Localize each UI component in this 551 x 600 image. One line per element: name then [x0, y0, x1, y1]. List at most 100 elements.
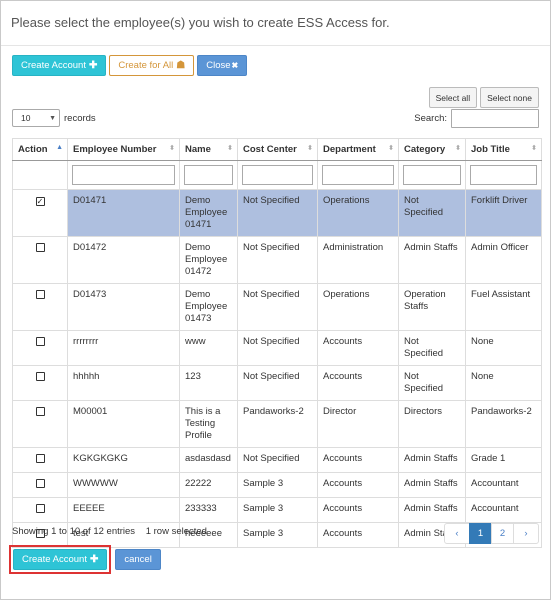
row-checkbox[interactable] [35, 243, 45, 252]
filter-job-title-input[interactable] [470, 165, 537, 185]
cell-name: Demo Employee 01472 [179, 236, 238, 284]
cell-cost-center: Not Specified [237, 283, 318, 331]
search-label: Search: [414, 113, 447, 124]
column-header-department[interactable]: Department ⬍ [317, 138, 399, 161]
bottom-create-account-label: Create Account [22, 554, 87, 565]
column-header-name[interactable]: Name ⬍ [179, 138, 238, 161]
row-checkbox[interactable]: ✓ [35, 197, 45, 206]
cell-name: Demo Employee 01473 [179, 283, 238, 331]
selected-count: 1 row selected [145, 526, 207, 537]
row-checkbox[interactable] [35, 372, 45, 381]
modal-header: Please select the employee(s) you wish t… [1, 1, 550, 46]
column-header-job-title[interactable]: Job Title ⬍ [465, 138, 542, 161]
column-label: Cost Center [243, 144, 297, 155]
column-label: Action [18, 144, 48, 155]
column-header-category[interactable]: Category ⬍ [398, 138, 466, 161]
table-row[interactable]: EEEEE 233333 Sample 3 Accounts Admin Staffs A… [12, 497, 542, 523]
filter-cell [67, 160, 180, 190]
cell-category: Admin Staffs [398, 447, 466, 473]
row-checkbox[interactable] [35, 479, 45, 488]
column-label: Employee Number [73, 144, 157, 155]
table-row[interactable]: hhhhh 123 Not Specified Accounts Not Specifi… [12, 365, 542, 401]
bottom-actions: Create Account ✚ cancel [9, 545, 161, 574]
cell-employee-number: M00001 [67, 400, 180, 448]
cell-category: Directors [398, 400, 466, 448]
cell-job-title: None [465, 365, 542, 401]
close-button[interactable]: Close ✖ [197, 55, 248, 76]
cell-cost-center: Not Specified [237, 189, 318, 237]
column-header-action[interactable]: Action ▲ [12, 138, 68, 161]
pagination: ‹ 1 2 › [444, 523, 539, 544]
employee-table: Action ▲ Employee Number ⬍ Name ⬍ Cost Cent… [12, 138, 542, 548]
page-length-select[interactable]: 10 ▼ [12, 109, 60, 127]
cell-job-title: Accountant [465, 497, 542, 523]
cell-cost-center: Not Specified [237, 236, 318, 284]
table-row[interactable]: D01472 Demo Employee 01472 Not Specified Ad… [12, 236, 542, 284]
cell-job-title: Grade 1 [465, 447, 542, 473]
create-for-all-button[interactable]: Create for All ☗ [109, 55, 195, 76]
page-button[interactable]: 2 [491, 523, 514, 544]
column-header-cost-center[interactable]: Cost Center ⬍ [237, 138, 318, 161]
action-cell: ✓ [12, 189, 68, 237]
cell-category: Admin Staffs [398, 236, 466, 284]
table-row[interactable]: KGKGKGKG asdasdasd Not Specified Accounts Ad… [12, 447, 542, 473]
table-row[interactable]: D01473 Demo Employee 01473 Not Specified Op… [12, 283, 542, 331]
create-for-all-label: Create for All [118, 60, 174, 71]
filter-employee-number-input[interactable] [72, 165, 175, 185]
plus-icon: ✚ [88, 60, 98, 71]
filter-cell [317, 160, 399, 190]
page-length-label: records [64, 112, 96, 124]
action-cell [12, 497, 68, 523]
next-page-button[interactable]: › [513, 523, 539, 544]
filter-name-input[interactable] [184, 165, 233, 185]
table-row[interactable]: ✓ D01471 Demo Employee 01471 Not Specified O… [12, 189, 542, 237]
cell-employee-number: WWWWW [67, 472, 180, 498]
cell-cost-center: Sample 3 [237, 522, 318, 548]
prev-page-button[interactable]: ‹ [444, 523, 470, 544]
cell-cost-center: Not Specified [237, 365, 318, 401]
row-checkbox[interactable] [35, 407, 45, 416]
row-checkbox[interactable] [35, 290, 45, 299]
filter-department-input[interactable] [322, 165, 394, 185]
cell-job-title: Pandaworks-2 [465, 400, 542, 448]
create-account-button[interactable]: Create Account ✚ [12, 55, 107, 76]
chevron-down-icon: ▼ [49, 114, 56, 122]
cell-employee-number: rrrrrrrr [67, 330, 180, 366]
cell-category: Operation Staffs [398, 283, 466, 331]
cell-employee-number: KGKGKGKG [67, 447, 180, 473]
table-row[interactable]: M00001 This is a Testing Profile Pandawork… [12, 400, 542, 448]
highlight-box: Create Account ✚ [9, 545, 112, 574]
bottom-create-account-button[interactable]: Create Account ✚ [13, 549, 108, 570]
action-cell [12, 330, 68, 366]
cell-name: www [179, 330, 238, 366]
row-checkbox[interactable] [35, 454, 45, 463]
select-all-button[interactable]: Select all [428, 87, 478, 108]
select-none-button[interactable]: Select none [480, 87, 539, 108]
filter-cost-center-input[interactable] [242, 165, 313, 185]
filter-category-input[interactable] [403, 165, 461, 185]
cell-cost-center: Sample 3 [237, 497, 318, 523]
table-info: Showing 1 to 10 of 12 entries 1 row sele… [12, 526, 207, 537]
filter-cell [465, 160, 542, 190]
cell-category: Not Specified [398, 330, 466, 366]
filter-row [12, 160, 542, 190]
search-control: Search: [414, 109, 539, 128]
table-row[interactable]: WWWWW 22222 Sample 3 Accounts Admin Staffs Ac… [12, 472, 542, 498]
cell-category: Not Specified [398, 189, 466, 237]
sort-icon: ⬍ [307, 145, 313, 152]
row-checkbox[interactable] [35, 504, 45, 513]
column-header-employee-number[interactable]: Employee Number ⬍ [67, 138, 180, 161]
table-row[interactable]: rrrrrrrr www Not Specified Accounts Not Spec… [12, 330, 542, 366]
entries-info: Showing 1 to 10 of 12 entries [12, 526, 136, 537]
column-label: Department [323, 144, 376, 155]
users-icon: ☗ [176, 60, 186, 71]
cell-department: Accounts [317, 447, 399, 473]
row-checkbox[interactable] [35, 337, 45, 346]
cancel-button[interactable]: cancel [115, 549, 161, 570]
cell-name: 22222 [179, 472, 238, 498]
page-button[interactable]: 1 [469, 523, 492, 544]
cell-employee-number: D01472 [67, 236, 180, 284]
search-input[interactable] [451, 109, 539, 128]
action-cell [12, 472, 68, 498]
sort-icon: ⬍ [531, 145, 537, 152]
